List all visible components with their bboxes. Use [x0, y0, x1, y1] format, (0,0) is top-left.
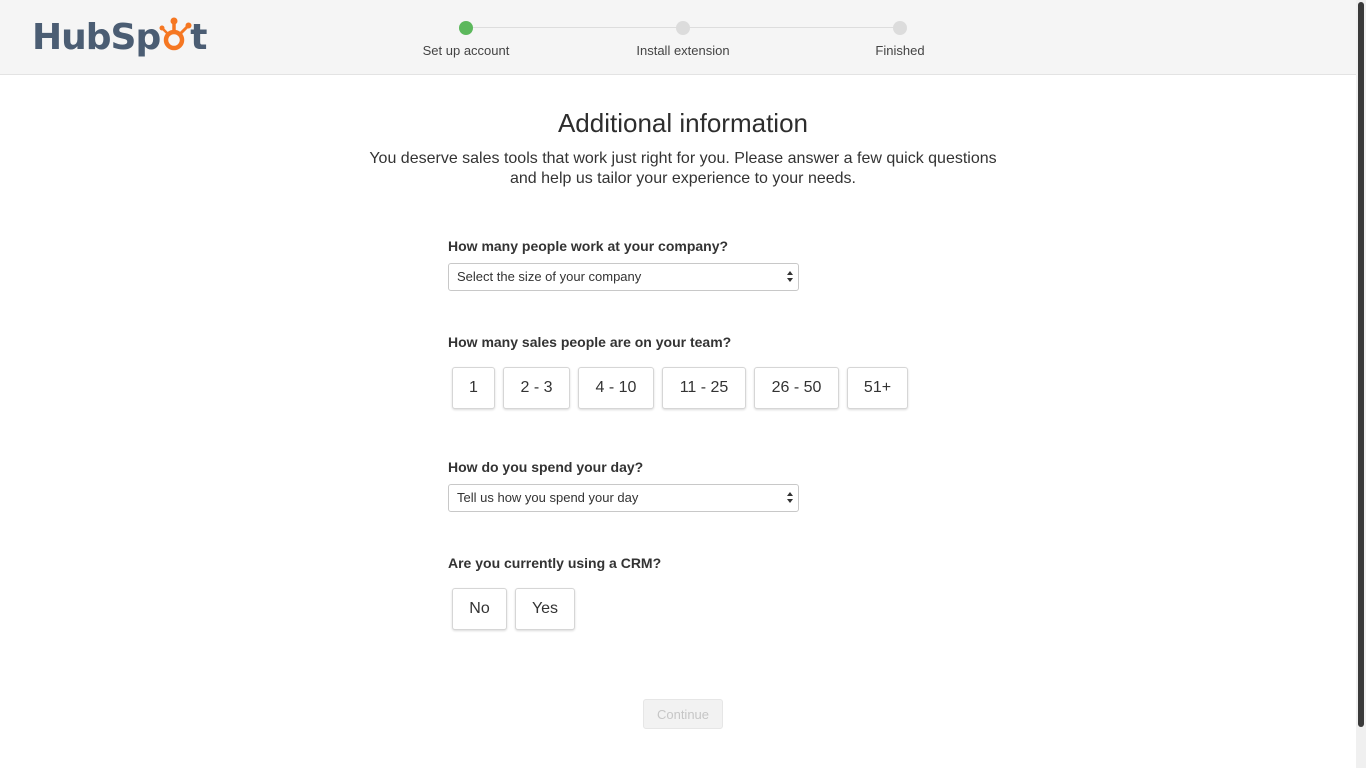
- progress-steps: Set up account Install extension Finishe…: [405, 18, 985, 68]
- sales-team-option-1[interactable]: 1: [452, 367, 495, 409]
- step-dot-icon: [459, 21, 473, 35]
- sales-team-option-4-10[interactable]: 4 - 10: [578, 367, 654, 409]
- day-select[interactable]: Tell us how you spend your day: [448, 484, 799, 512]
- sales-team-option-11-25[interactable]: 11 - 25: [662, 367, 746, 409]
- company-size-select[interactable]: Select the size of your company: [448, 263, 799, 291]
- step-set-up-account: Set up account: [386, 18, 546, 58]
- day-question: How do you spend your day?: [448, 459, 644, 475]
- sales-team-options: 1 2 - 3 4 - 10 11 - 25 26 - 50 51+: [452, 367, 908, 409]
- crm-option-yes[interactable]: Yes: [515, 588, 575, 630]
- sales-team-question: How many sales people are on your team?: [448, 334, 732, 350]
- step-install-extension: Install extension: [603, 18, 763, 58]
- step-finished: Finished: [820, 18, 980, 58]
- step-label: Finished: [875, 43, 925, 58]
- page-title: Additional information: [557, 108, 809, 138]
- step-label: Install extension: [636, 43, 730, 58]
- page: HubSp t Set up account Install extension…: [0, 0, 1366, 768]
- sprocket-icon: [159, 17, 192, 51]
- crm-question: Are you currently using a CRM?: [448, 555, 662, 571]
- header: HubSp t Set up account Install extension…: [0, 0, 1356, 75]
- crm-options: No Yes: [452, 588, 575, 630]
- company-size-question: How many people work at your company?: [448, 238, 729, 254]
- select-arrows-icon: [787, 491, 794, 505]
- step-dot-icon: [676, 21, 690, 35]
- page-subtitle: You deserve sales tools that work just r…: [369, 150, 997, 187]
- sales-team-option-2-3[interactable]: 2 - 3: [503, 367, 570, 409]
- sales-team-option-26-50[interactable]: 26 - 50: [754, 367, 839, 409]
- step-dot-icon: [893, 21, 907, 35]
- step-label: Set up account: [422, 43, 510, 58]
- day-selected: Tell us how you spend your day: [457, 490, 639, 505]
- crm-option-no[interactable]: No: [452, 588, 507, 630]
- company-size-selected: Select the size of your company: [457, 269, 642, 284]
- sales-team-option-51-plus[interactable]: 51+: [847, 367, 908, 409]
- select-arrows-icon: [787, 270, 794, 284]
- continue-button[interactable]: Continue: [643, 699, 723, 729]
- hubspot-logo[interactable]: HubSp t: [32, 14, 207, 60]
- logo-text-left: HubSp: [32, 16, 161, 58]
